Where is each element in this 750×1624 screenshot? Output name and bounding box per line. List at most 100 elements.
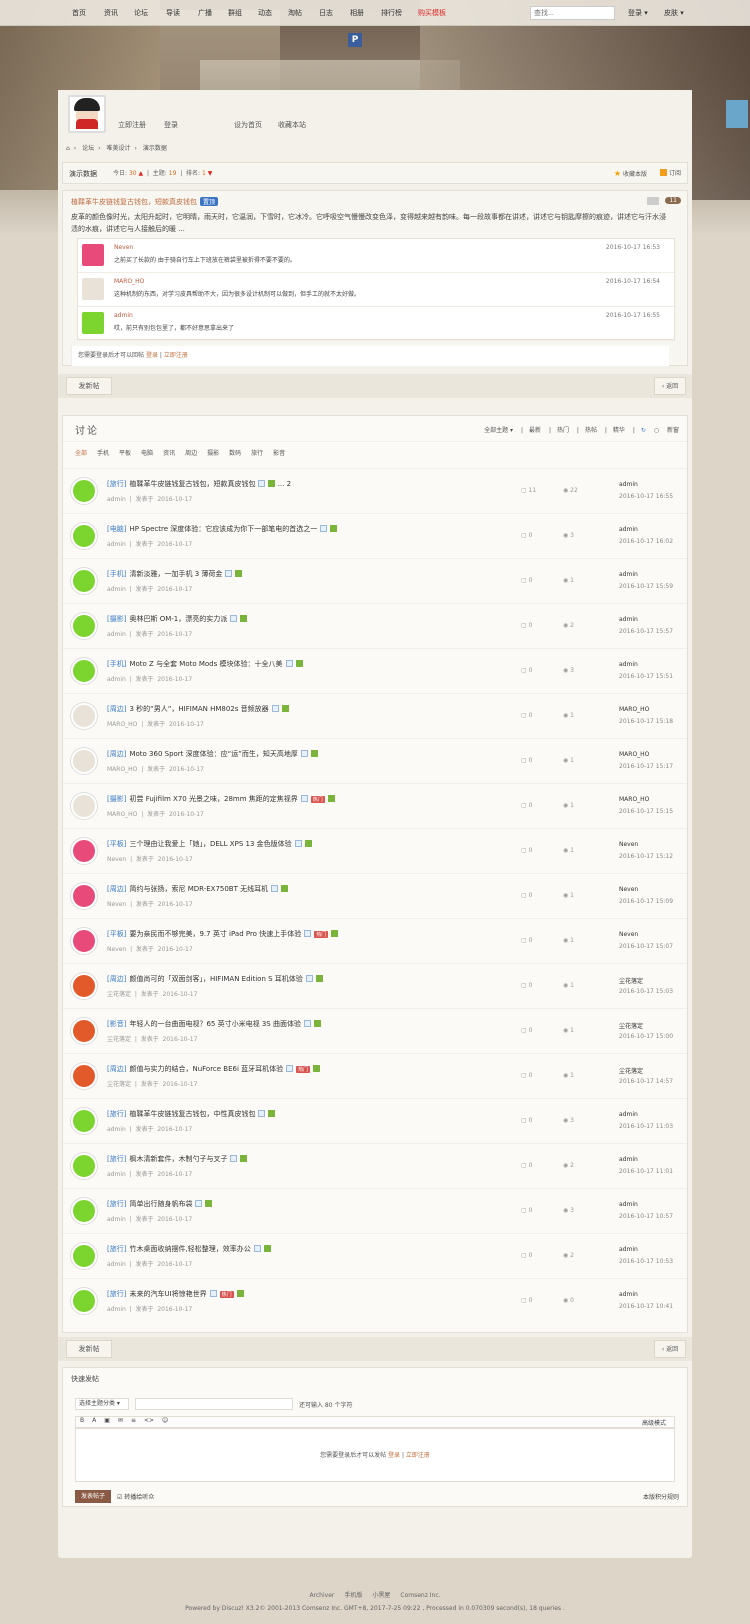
thread-category[interactable]: [摄影] [107,615,126,623]
thread-category[interactable]: [旅行] [107,1155,126,1163]
thread-row[interactable]: [摄影] 初尝 Fujifilm X70 光景之味，28mm 焦距的定焦视界 热门 M… [63,783,687,828]
back-button[interactable]: ‹ 返回 [654,1340,686,1358]
thread-row[interactable]: [影音] 年轻人的一台曲面电视？65 英寸小米电视 3S 曲面体验 尘花落定 | 发… [63,1008,687,1053]
footer-link[interactable]: 小黑屋 [372,1592,390,1599]
comment-author[interactable]: MARO_HO [114,278,144,285]
thread-category[interactable]: [摄影] [107,795,126,803]
footer-link[interactable]: Comsenz Inc. [400,1592,440,1599]
nav-item[interactable]: 首页 [72,0,86,26]
nav-item[interactable]: 排行榜 [381,0,402,26]
filter-hot-posts[interactable]: 热帖 [585,427,597,434]
avatar[interactable] [71,928,97,954]
thread-row[interactable]: [摄影] 奥林巴斯 OM-1，漂亮的实力派 admin | 发表于 2016-10-… [63,603,687,648]
back-button[interactable]: ‹ 返回 [654,377,686,395]
new-post-button[interactable]: 发新帖 [66,1340,112,1358]
thread-category[interactable]: [平板] [107,930,126,938]
avatar[interactable] [71,793,97,819]
register-link[interactable]: 立即注册 [164,352,188,359]
thread-category[interactable]: [周边] [107,975,126,983]
thread-row[interactable]: [旅行] 植鞣革牛皮链钱复古钱包，中性真皮钱包 admin | 发表于 2016-1… [63,1098,687,1143]
last-poster[interactable]: Neven [619,886,638,893]
smiley-icon[interactable]: ☺ [162,1417,168,1424]
avatar[interactable] [82,278,104,300]
last-poster[interactable]: admin [619,1291,638,1298]
thread-category[interactable]: [旅行] [107,1245,126,1253]
favorite-forum-button[interactable]: ★ 收藏本版 [614,163,647,186]
avatar[interactable] [68,95,106,133]
thread-row[interactable]: [平板] 要为亲民而不够完美，9.7 英寸 iPad Pro 快速上手体验 热门 Ne… [63,918,687,963]
thread-pages[interactable]: ... 2 [278,480,291,488]
nav-item[interactable]: 论坛 [134,0,148,26]
category-tab[interactable]: 全部 [75,450,87,457]
thread-title[interactable]: [平板] 三个理由让我爱上「她」，DELL XPS 13 金色版体验 [107,839,312,849]
filter-digest[interactable]: 精华 [613,427,625,434]
footer-link[interactable]: 手机版 [344,1592,362,1599]
nav-item[interactable]: 群组 [228,0,242,26]
last-poster[interactable]: admin [619,526,638,533]
avatar[interactable] [71,883,97,909]
last-poster[interactable]: admin [619,661,638,668]
thread-title[interactable]: [旅行] 未来的汽车UI将惊艳世界 热门 [107,1289,244,1299]
last-poster[interactable]: admin [619,481,638,488]
link-icon[interactable]: ✉ [118,1417,123,1424]
nav-item[interactable]: 资讯 [104,0,118,26]
thread-row[interactable]: [手机] 清新淡雅，一加手机 3 薄荷金 admin | 发表于 2016-10-1… [63,558,687,603]
avatar[interactable] [71,748,97,774]
nav-item[interactable]: 广播 [198,0,212,26]
thread-category[interactable]: [手机] [107,570,126,578]
thread-row[interactable]: [旅行] 竹木桌面收纳摆件,轻松整理，效率办公 admin | 发表于 2016-1… [63,1233,687,1278]
thread-row[interactable]: [周边] 颜值尚可的「双面剑客」，HIFIMAN Edition S 耳机体验 尘花… [63,963,687,1008]
last-poster[interactable]: admin [619,1111,638,1118]
thread-row[interactable]: [手机] Moto Z 与全套 Moto Mods 模块体验：十全八美 admin … [63,648,687,693]
last-poster[interactable]: MARO_HO [619,706,649,713]
category-tab[interactable]: 资讯 [163,450,175,457]
image-icon[interactable]: ▣ [104,1417,110,1424]
last-poster[interactable]: admin [619,571,638,578]
last-poster[interactable]: admin [619,616,638,623]
points-rules-link[interactable]: 本版积分规则 [643,1492,679,1501]
last-poster[interactable]: MARO_HO [619,751,649,758]
thread-row[interactable]: [周边] Moto 360 Sport 深度体验：应“运”而生，知天高地厚 MARO… [63,738,687,783]
thread-title[interactable]: [周边] 3 秒的“男人”，HIFIMAN HM802s 音频放器 [107,704,289,714]
advanced-mode-link[interactable]: 高级模式 [642,1418,666,1427]
thread-title[interactable]: [旅行] 植鞣革牛皮链钱复古钱包，中性真皮钱包 [107,1109,276,1119]
category-tab[interactable]: 数码 [229,450,241,457]
last-poster[interactable]: Neven [619,841,638,848]
subscribe-button[interactable]: 订阅 [659,163,681,185]
login-link[interactable]: 登录 [146,352,158,359]
thread-category[interactable]: [周边] [107,705,126,713]
thread-row[interactable]: [旅行] 简单出行随身帆布袋 admin | 发表于 2016-10-17 ▢ 0 ◉ … [63,1188,687,1233]
thread-title[interactable]: [旅行] 枫木清新套件，木制勺子与叉子 [107,1154,248,1164]
breadcrumb-item[interactable]: 论坛 [82,145,94,152]
skin-dropdown[interactable]: 皮肤 ▾ [664,0,684,26]
quote-icon[interactable]: ≡ [131,1417,136,1424]
font-color-icon[interactable]: A [92,1417,96,1424]
thread-title[interactable]: [旅行] 简单出行随身帆布袋 [107,1199,213,1209]
new-post-button[interactable]: 发新帖 [66,377,112,395]
thread-title[interactable]: [影音] 年轻人的一台曲面电视？65 英寸小米电视 3S 曲面体验 [107,1019,321,1029]
comment-author[interactable]: admin [114,312,133,319]
thread-category[interactable]: [手机] [107,660,126,668]
thread-category[interactable]: [周边] [107,885,126,893]
thread-category[interactable]: [旅行] [107,1200,126,1208]
search-input[interactable] [530,6,615,20]
last-poster[interactable]: 尘花落定 [619,1021,643,1030]
filter-latest[interactable]: 最新 [529,427,541,434]
thread-category[interactable]: [影音] [107,1020,126,1028]
footer-link[interactable]: Archiver [309,1592,334,1599]
avatar[interactable] [71,478,97,504]
avatar[interactable] [71,1288,97,1314]
thread-category[interactable]: [旅行] [107,1110,126,1118]
last-poster[interactable]: admin [619,1156,638,1163]
last-poster[interactable]: MARO_HO [619,796,649,803]
nav-item[interactable]: 淘帖 [288,0,302,26]
home-icon[interactable]: ⌂ [66,145,70,152]
last-poster[interactable]: Neven [619,931,638,938]
avatar[interactable] [71,703,97,729]
thread-title[interactable]: [周边] 颜值尚可的「双面剑客」，HIFIMAN Edition S 耳机体验 [107,974,323,984]
register-link[interactable]: 立即注册 [406,1452,430,1459]
avatar[interactable] [71,568,97,594]
last-poster[interactable]: 尘花落定 [619,1066,643,1075]
category-tab[interactable]: 电脑 [141,450,153,457]
breadcrumb-item[interactable]: 演示数据 [143,145,167,152]
